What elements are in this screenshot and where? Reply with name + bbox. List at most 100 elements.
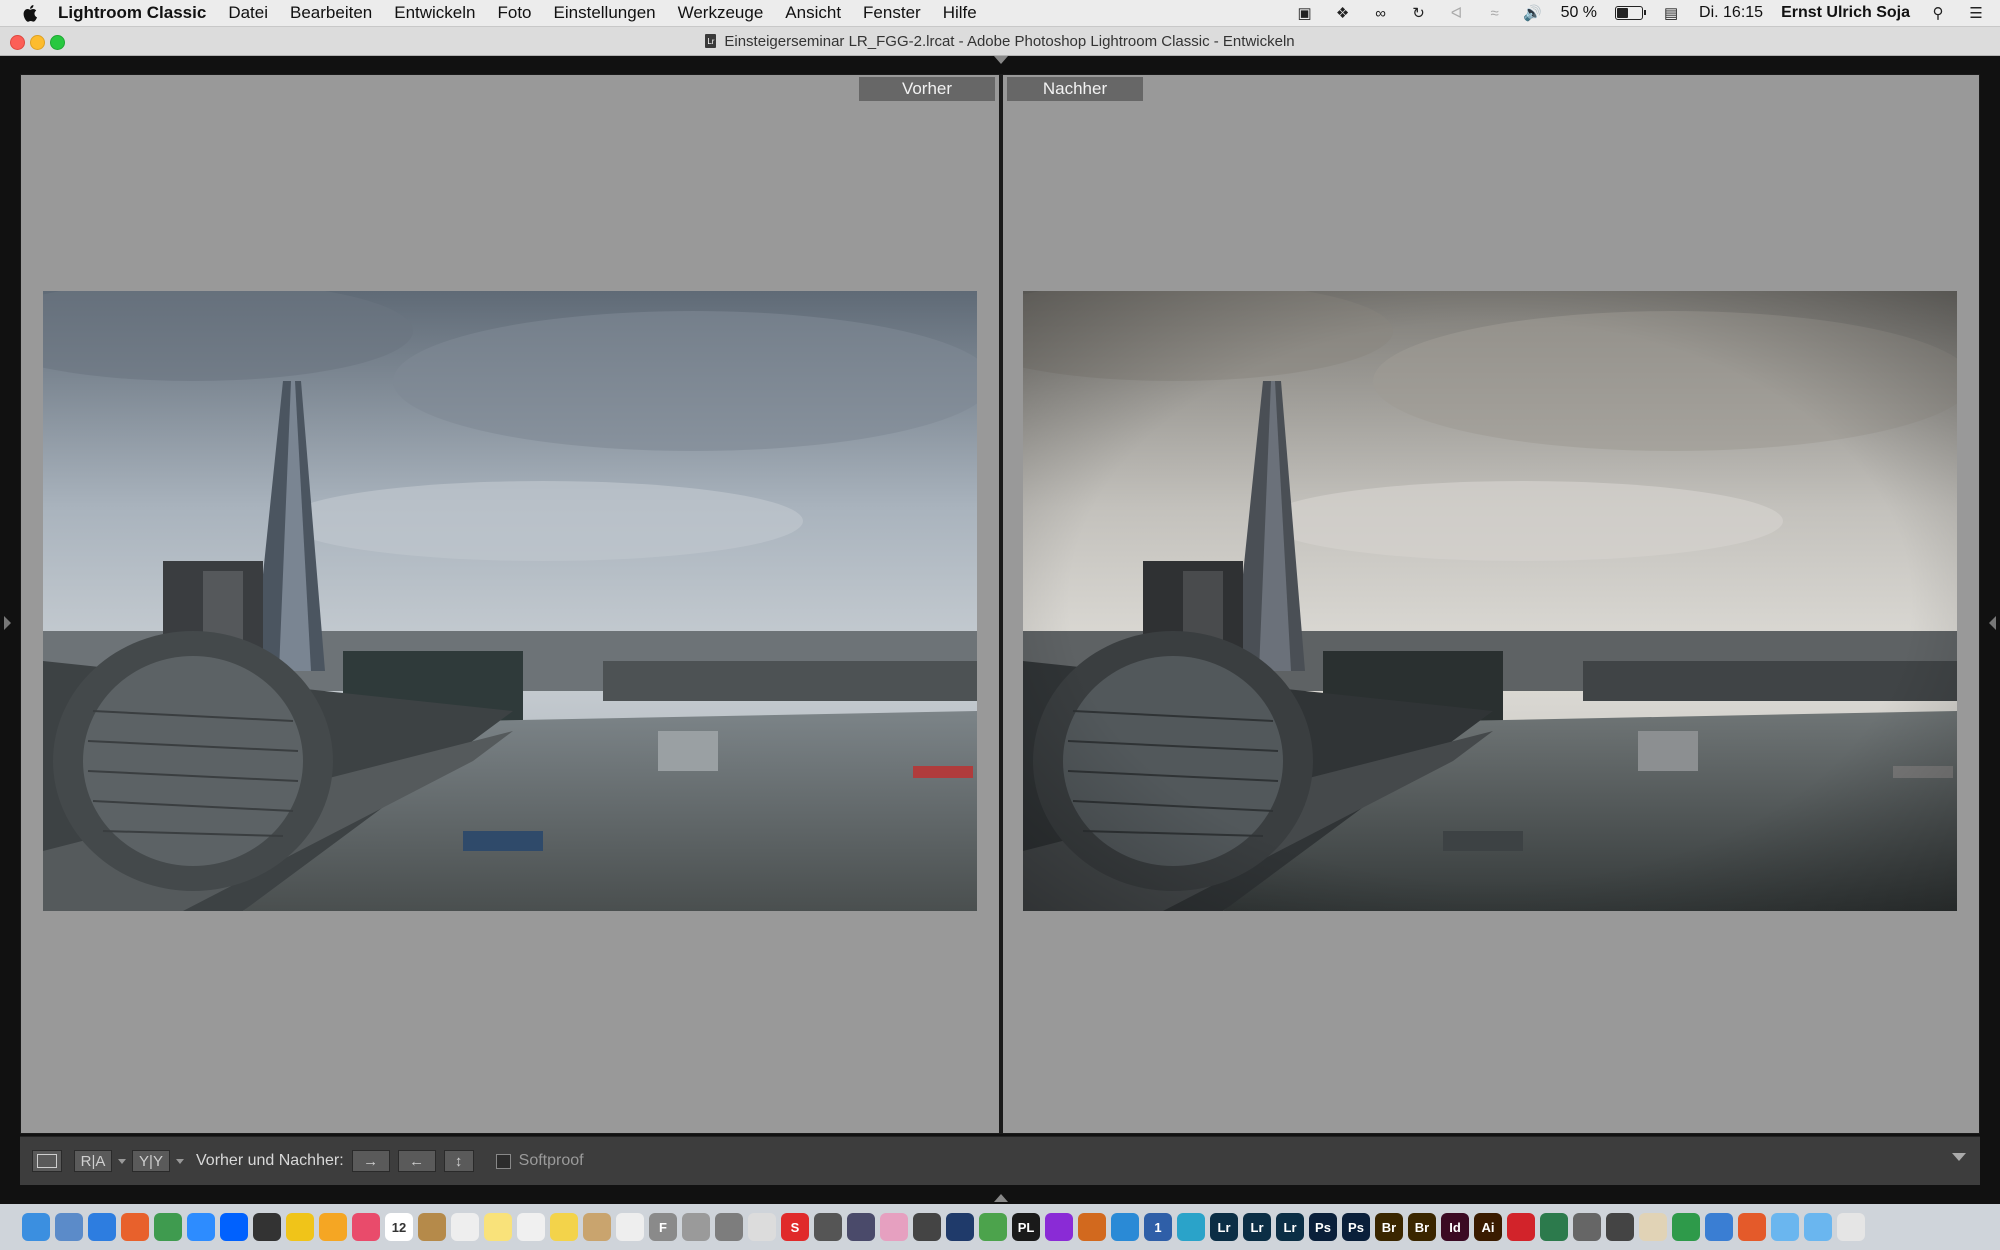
softproof-toggle[interactable]: Softproof xyxy=(495,1152,584,1170)
copy-before-to-after-button[interactable]: → xyxy=(351,1150,390,1172)
copy-after-to-before-button[interactable]: ← xyxy=(397,1150,436,1172)
time-machine-icon[interactable]: ↻ xyxy=(1409,5,1429,22)
zoom-icon[interactable] xyxy=(187,1213,215,1241)
battery-icon[interactable] xyxy=(1615,6,1647,20)
sketchbook-icon[interactable]: S xyxy=(781,1213,809,1241)
finder-icon[interactable] xyxy=(22,1213,50,1241)
aperture-icon[interactable] xyxy=(913,1213,941,1241)
photoshop-icon-1[interactable]: Ps xyxy=(1309,1213,1337,1241)
battery-fill xyxy=(1617,8,1629,18)
before-after-yy-button[interactable]: Y|Y xyxy=(132,1150,170,1172)
system-prefs-icon[interactable] xyxy=(1177,1213,1205,1241)
notification-center-icon[interactable]: ☰ xyxy=(1966,5,1986,22)
dropbox-status-icon[interactable]: ❖ xyxy=(1333,5,1353,22)
camera-icon[interactable] xyxy=(814,1213,842,1241)
preview-icon[interactable] xyxy=(55,1213,83,1241)
scanner-icon[interactable] xyxy=(715,1213,743,1241)
voicememo-icon[interactable] xyxy=(616,1213,644,1241)
menu-ansicht[interactable]: Ansicht xyxy=(785,3,841,23)
github-icon[interactable] xyxy=(253,1213,281,1241)
yy-layout-dropdown-icon[interactable] xyxy=(176,1158,184,1164)
notebook-icon[interactable] xyxy=(418,1213,446,1241)
lightroom-icon-2[interactable]: Lr xyxy=(1243,1213,1271,1241)
lightroom-icon-1[interactable]: Lr xyxy=(1210,1213,1238,1241)
spotlight-search-icon[interactable]: ⚲ xyxy=(1928,5,1948,22)
before-after-left-right-button[interactable]: R|A xyxy=(74,1150,112,1172)
bluetooth-icon[interactable]: ᐊ xyxy=(1447,5,1467,22)
folder-icon-2[interactable] xyxy=(1804,1213,1832,1241)
frog-icon[interactable] xyxy=(979,1213,1007,1241)
menu-bearbeiten[interactable]: Bearbeiten xyxy=(290,3,372,23)
cyberduck-icon[interactable] xyxy=(286,1213,314,1241)
color-picker-icon[interactable] xyxy=(880,1213,908,1241)
pattern-icon[interactable] xyxy=(1078,1213,1106,1241)
menu-datei[interactable]: Datei xyxy=(228,3,268,23)
bridge-icon-1[interactable]: Br xyxy=(1375,1213,1403,1241)
codesign-icon[interactable] xyxy=(1573,1213,1601,1241)
affinity-icon[interactable] xyxy=(1111,1213,1139,1241)
acrobat-icon[interactable] xyxy=(1507,1213,1535,1241)
camera-status-icon[interactable]: ▣ xyxy=(1295,5,1315,22)
folder-icon-1[interactable] xyxy=(1771,1213,1799,1241)
loupe-view-icon xyxy=(37,1154,57,1168)
textedit-icon[interactable] xyxy=(451,1213,479,1241)
numbers-icon[interactable] xyxy=(1672,1213,1700,1241)
font-book-icon[interactable]: F xyxy=(649,1213,677,1241)
sketchup-icon[interactable] xyxy=(1738,1213,1766,1241)
softproof-checkbox[interactable] xyxy=(495,1153,511,1169)
top-panel-toggle-icon[interactable] xyxy=(994,56,1008,64)
swap-before-after-button[interactable]: ↕ xyxy=(443,1150,474,1172)
transmit-icon[interactable] xyxy=(319,1213,347,1241)
stickies-icon[interactable] xyxy=(550,1213,578,1241)
menu-einstellungen[interactable]: Einstellungen xyxy=(554,3,656,23)
loupe-view-button[interactable] xyxy=(32,1150,62,1172)
script-editor-icon[interactable] xyxy=(748,1213,776,1241)
menu-entwickeln[interactable]: Entwickeln xyxy=(394,3,475,23)
dropbox-icon[interactable] xyxy=(220,1213,248,1241)
menu-hilfe[interactable]: Hilfe xyxy=(943,3,977,23)
menu-foto[interactable]: Foto xyxy=(498,3,532,23)
dxo-icon[interactable]: PL xyxy=(1012,1213,1040,1241)
apple-menu-icon[interactable] xyxy=(22,3,40,23)
menu-fenster[interactable]: Fenster xyxy=(863,3,921,23)
notes-icon[interactable] xyxy=(484,1213,512,1241)
battery-percent[interactable]: 50 % xyxy=(1561,4,1597,22)
right-panel-toggle-icon[interactable] xyxy=(1989,616,1996,630)
scissors-icon[interactable] xyxy=(682,1213,710,1241)
toolbar-content-menu-icon[interactable] xyxy=(1952,1153,1966,1161)
affinity-photo-icon[interactable] xyxy=(847,1213,875,1241)
calendar-icon[interactable]: 12 xyxy=(385,1213,413,1241)
pages-icon[interactable] xyxy=(517,1213,545,1241)
user-name[interactable]: Ernst Ulrich Soja xyxy=(1781,4,1910,22)
menu-werkzeuge[interactable]: Werkzeuge xyxy=(678,3,764,23)
before-after-layout-dropdown-icon[interactable] xyxy=(118,1158,126,1164)
creative-cloud-status-icon[interactable]: ∞ xyxy=(1371,5,1391,22)
volume-icon[interactable]: 🔊 xyxy=(1523,5,1543,22)
dictionary-icon[interactable] xyxy=(1639,1213,1667,1241)
after-photo[interactable] xyxy=(1023,291,1957,911)
app-name-menu[interactable]: Lightroom Classic xyxy=(58,3,206,23)
left-panel-toggle-icon[interactable] xyxy=(4,616,11,630)
wifi-icon[interactable]: ≈ xyxy=(1485,5,1505,22)
ripper-icon[interactable] xyxy=(1606,1213,1634,1241)
firefox-icon[interactable] xyxy=(121,1213,149,1241)
before-photo[interactable] xyxy=(43,291,977,911)
chrome-icon[interactable] xyxy=(154,1213,182,1241)
filmstrip-toggle-icon[interactable] xyxy=(994,1194,1008,1202)
display-icon[interactable]: ▤ xyxy=(1661,5,1681,22)
bridge-icon-2[interactable]: Br xyxy=(1408,1213,1436,1241)
itunes-icon[interactable] xyxy=(352,1213,380,1241)
lightroom-icon-3[interactable]: Lr xyxy=(1276,1213,1304,1241)
safari-icon[interactable] xyxy=(88,1213,116,1241)
clock[interactable]: Di. 16:15 xyxy=(1699,4,1763,22)
trash-icon[interactable] xyxy=(1837,1213,1865,1241)
1password-icon[interactable]: 1 xyxy=(1144,1213,1172,1241)
illustrator-icon[interactable]: Ai xyxy=(1474,1213,1502,1241)
evernote-icon[interactable] xyxy=(1540,1213,1568,1241)
cube-icon[interactable] xyxy=(946,1213,974,1241)
affinity-designer-icon[interactable] xyxy=(1045,1213,1073,1241)
contacts-icon[interactable] xyxy=(583,1213,611,1241)
photoshop-icon-2[interactable]: Ps xyxy=(1342,1213,1370,1241)
keynote-icon[interactable] xyxy=(1705,1213,1733,1241)
indesign-icon[interactable]: Id xyxy=(1441,1213,1469,1241)
